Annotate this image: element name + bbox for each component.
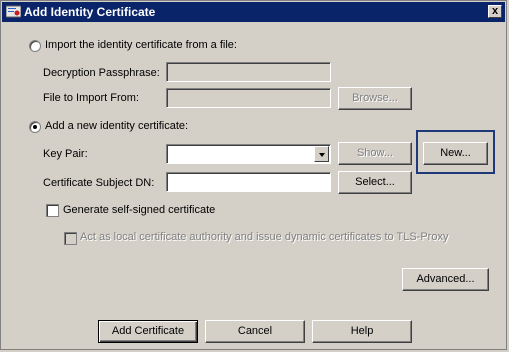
import-certificate-label: Import the identity certificate from a f… (45, 39, 237, 51)
subject-dn-field[interactable] (166, 172, 331, 192)
show-key-pair-button[interactable]: Show... (338, 142, 412, 165)
add-certificate-label: Add a new identity certificate: (45, 120, 189, 132)
cancel-button[interactable]: Cancel (205, 320, 305, 343)
key-pair-label: Key Pair: (43, 148, 88, 160)
add-identity-certificate-dialog: Add Identity Certificate x Import the id… (0, 0, 507, 350)
title-bar: Add Identity Certificate x (2, 2, 505, 22)
file-to-import-label: File to Import From: (43, 92, 139, 104)
new-button-highlight (416, 130, 495, 174)
self-signed-label: Generate self-signed certificate (63, 204, 216, 216)
close-button[interactable]: x (488, 5, 502, 18)
decryption-passphrase-label: Decryption Passphrase: (43, 67, 160, 79)
add-certificate-button[interactable]: Add Certificate (98, 320, 198, 343)
add-certificate-radio[interactable] (29, 121, 41, 133)
local-ca-checkbox[interactable] (64, 232, 77, 245)
help-button[interactable]: Help (312, 320, 412, 343)
certificate-icon (6, 5, 21, 18)
file-to-import-field[interactable] (166, 88, 331, 108)
advanced-button[interactable]: Advanced... (402, 268, 489, 291)
close-icon: x (491, 5, 499, 17)
chevron-down-icon[interactable] (314, 146, 329, 162)
decryption-passphrase-field[interactable] (166, 62, 331, 82)
browse-button[interactable]: Browse... (338, 87, 412, 110)
local-ca-label: Act as local certificate authority and i… (80, 231, 449, 243)
subject-dn-label: Certificate Subject DN: (43, 177, 155, 189)
key-pair-select[interactable] (166, 144, 331, 164)
select-subject-dn-button[interactable]: Select... (338, 171, 412, 194)
dialog-title: Add Identity Certificate (24, 5, 156, 19)
import-certificate-radio[interactable] (29, 40, 41, 52)
self-signed-checkbox[interactable] (46, 204, 59, 217)
